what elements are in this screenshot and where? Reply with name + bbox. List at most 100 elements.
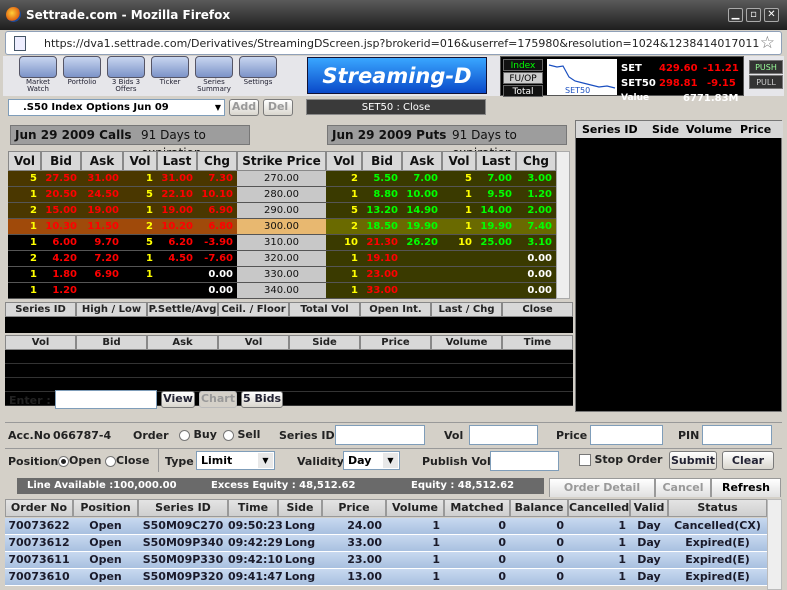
grid-row[interactable]: 1 1.20 0.00 340.00 1 33.00 0.00: [8, 283, 573, 299]
order-cell: 1: [618, 570, 626, 583]
grid-row[interactable]: 1 1.80 6.90 1 0.00 330.00 1 23.00 0.00: [8, 267, 573, 283]
order-header-3[interactable]: Time: [228, 499, 278, 517]
orders-scrollbar[interactable]: [767, 499, 782, 590]
tab-cancel[interactable]: Cancel: [655, 478, 711, 497]
validity-dropdown[interactable]: Day ▼: [343, 451, 400, 470]
grid-header-7[interactable]: Vol: [326, 151, 362, 171]
chart-button[interactable]: Chart: [199, 391, 237, 408]
open-radio[interactable]: Open: [58, 454, 102, 467]
order-header-2[interactable]: Series ID: [138, 499, 228, 517]
order-header-0[interactable]: Order No: [5, 499, 73, 517]
grid-cell: 3.00: [516, 171, 556, 187]
enter-series-input[interactable]: [55, 390, 157, 409]
pin-input[interactable]: [702, 425, 772, 445]
grid-cell: 31.00: [81, 171, 123, 187]
order-row[interactable]: 70073612 Open S50M09P340 09:42:29 Long 33.00 1…: [5, 535, 767, 552]
view-button[interactable]: View: [161, 391, 195, 408]
settings-button[interactable]: Settings: [236, 56, 280, 94]
push-button[interactable]: PUSH: [749, 60, 783, 74]
order-cell: Open: [89, 536, 122, 549]
type-dropdown[interactable]: Limit ▼: [196, 451, 275, 470]
submit-button[interactable]: Submit: [669, 451, 717, 470]
index-tab[interactable]: Index: [503, 59, 543, 71]
pull-button[interactable]: PULL: [749, 75, 783, 89]
total-tab[interactable]: Total: [503, 85, 543, 97]
clear-button[interactable]: Clear: [722, 451, 774, 470]
grid-header-5[interactable]: Chg: [197, 151, 237, 171]
add-button[interactable]: Add: [229, 99, 259, 116]
order-cell: 09:50:23: [228, 519, 283, 532]
grid-cell: [402, 251, 442, 267]
grid-cell: 6.80: [197, 219, 237, 235]
set-value: 429.60: [659, 63, 698, 74]
grid-header-4[interactable]: Last: [157, 151, 197, 171]
publish-vol-input[interactable]: [490, 451, 559, 471]
grid-row[interactable]: 1 10.30 11.50 2 10.20 6.80 300.00 2 18.50 19.90 1 1…: [8, 219, 573, 235]
grid-cell: 0.00: [197, 267, 237, 283]
close-radio[interactable]: Close: [105, 454, 149, 467]
series-dropdown[interactable]: .S50 Index Options Jun 09 ▼: [8, 99, 225, 116]
grid-row[interactable]: 2 4.20 7.20 1 4.50 -7.60 320.00 1 19.10 0.00: [8, 251, 573, 267]
grid-row[interactable]: 1 6.00 9.70 5 6.20 -3.90 310.00 10 21.30 26.20 10 2…: [8, 235, 573, 251]
address-bar[interactable]: https://dva1.settrade.com/Derivatives/St…: [5, 31, 782, 55]
order-header-4[interactable]: Side: [278, 499, 322, 517]
order-header-8[interactable]: Balance: [510, 499, 568, 517]
grid-header-1[interactable]: Bid: [41, 151, 81, 171]
portfolio-button[interactable]: Portfolio: [60, 56, 104, 94]
series-id-input[interactable]: [335, 425, 425, 445]
grid-header-8[interactable]: Bid: [362, 151, 402, 171]
tab-refresh[interactable]: Refresh: [711, 478, 781, 497]
order-header-11[interactable]: Status: [668, 499, 767, 517]
sell-radio[interactable]: Sell: [223, 428, 260, 441]
vol-input[interactable]: [469, 425, 538, 445]
order-header-6[interactable]: Volume: [386, 499, 444, 517]
order-row[interactable]: 70073611 Open S50M09P330 09:42:10 Long 23.00 1…: [5, 552, 767, 569]
buy-radio[interactable]: Buy: [179, 428, 217, 441]
grid-row[interactable]: 1 20.50 24.50 5 22.10 10.10 280.00 1 8.80 10.00 1 9…: [8, 187, 573, 203]
market-watch-button[interactable]: Market Watch: [16, 56, 60, 94]
five-bids-button[interactable]: 5 Bids: [241, 391, 283, 408]
del-button[interactable]: Del: [263, 99, 293, 116]
streaming-logo: Streaming-D: [307, 57, 487, 94]
grid-header-12[interactable]: Chg: [516, 151, 556, 171]
grid-header-3[interactable]: Vol: [123, 151, 157, 171]
minimize-icon[interactable]: ▁: [728, 8, 743, 22]
portfolio-icon: [63, 56, 101, 78]
grid-cell: 23.00: [362, 267, 402, 283]
order-cell: S50M09P340: [142, 536, 224, 549]
fuop-tab[interactable]: FU/OP: [503, 72, 543, 84]
grid-header-9[interactable]: Ask: [402, 151, 442, 171]
grid-cell: 7.20: [81, 251, 123, 267]
grid-cell: 31.00: [157, 171, 197, 187]
order-header-9[interactable]: Cancelled: [568, 499, 630, 517]
order-label: Order: [133, 429, 169, 442]
stop-order-checkbox[interactable]: Stop Order: [579, 453, 662, 466]
grid-row[interactable]: 2 15.00 19.00 1 19.00 6.90 290.00 5 13.20 14.90 1 1…: [8, 203, 573, 219]
maximize-icon[interactable]: ▫: [746, 8, 761, 22]
grid-header-10[interactable]: Vol: [442, 151, 476, 171]
series-summary-button[interactable]: Series Summary: [192, 56, 236, 94]
price-input[interactable]: [590, 425, 663, 445]
order-header-7[interactable]: Matched: [444, 499, 510, 517]
grid-header-6[interactable]: Strike Price: [237, 151, 326, 171]
order-cell: 13.00: [347, 570, 382, 583]
close-icon[interactable]: ✕: [764, 8, 779, 22]
puts-header: Jun 29 2009 Puts 91 Days to expiration: [327, 125, 567, 160]
bids-offers-button[interactable]: 3 Bids 3 Offers: [104, 56, 148, 94]
order-header-1[interactable]: Position: [73, 499, 138, 517]
order-cell: 1: [432, 519, 440, 532]
order-row[interactable]: 70073610 Open S50M09P320 09:41:47 Long 13.00 1…: [5, 569, 767, 586]
grid-header-2[interactable]: Ask: [81, 151, 123, 171]
order-header-10[interactable]: Valid: [630, 499, 668, 517]
order-cell: 1: [432, 553, 440, 566]
order-header-5[interactable]: Price: [322, 499, 386, 517]
order-row[interactable]: 70073622 Open S50M09C270 09:50:23 Long 24.00 1…: [5, 518, 767, 535]
ticker-button[interactable]: Ticker: [148, 56, 192, 94]
grid-header-11[interactable]: Last: [476, 151, 516, 171]
grid-row[interactable]: 5 27.50 31.00 1 31.00 7.30 270.00 2 5.50 7.00 5 7.0…: [8, 171, 573, 187]
bookmark-star-icon[interactable]: ☆: [760, 33, 775, 53]
set-label: SET: [621, 63, 642, 74]
order-cell: Day: [637, 553, 661, 566]
grid-header-0[interactable]: Vol: [8, 151, 41, 171]
tab-order-detail[interactable]: Order Detail: [549, 478, 655, 497]
